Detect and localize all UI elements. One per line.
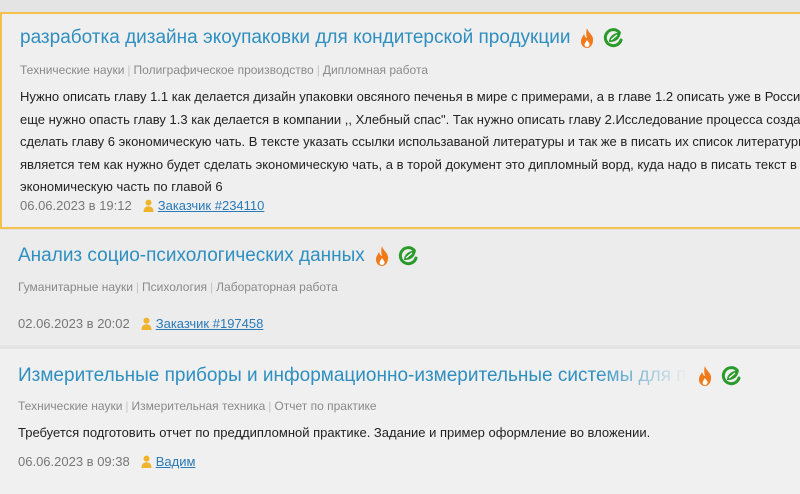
order-card[interactable]: разработка дизайна экоупаковки для конди… xyxy=(0,12,800,229)
category-label[interactable]: Полиграфическое производство xyxy=(134,63,314,77)
order-date: 06.06.2023 в 09:38 xyxy=(18,454,130,469)
order-meta: 06.06.2023 в 09:38 Вадим xyxy=(18,454,195,469)
description-line: Нужно описать главу 1.1 как делается диз… xyxy=(20,89,800,104)
order-title-link[interactable]: Анализ социо-психологических данных xyxy=(18,245,365,267)
hot-icon xyxy=(696,365,714,387)
order-date: 02.06.2023 в 20:02 xyxy=(18,316,130,331)
order-meta: 02.06.2023 в 20:02 Заказчик #197458 xyxy=(18,316,263,331)
client-link[interactable]: Заказчик #197458 xyxy=(156,316,264,331)
category-separator: | xyxy=(127,63,131,77)
user-icon xyxy=(143,199,154,212)
order-description: Требуется подготовить отчет по преддипло… xyxy=(18,422,800,445)
category-separator: | xyxy=(125,399,129,413)
order-title-row: разработка дизайна экоупаковки для конди… xyxy=(20,27,624,49)
order-date: 06.06.2023 в 19:12 xyxy=(20,198,132,213)
category-separator: | xyxy=(316,63,320,77)
work-type-label: Отчет по практике xyxy=(274,399,377,413)
order-description: Нужно описать главу 1.1 как делается диз… xyxy=(20,86,800,199)
description-line: еще нужно опасть главу 1.3 как делается … xyxy=(20,111,800,127)
work-type-label: Лабораторная работа xyxy=(216,280,338,294)
order-meta: 06.06.2023 в 19:12 Заказчик #234110 xyxy=(20,198,264,213)
order-card[interactable]: Измерительные приборы и информационно-из… xyxy=(0,349,800,494)
hot-icon xyxy=(578,27,596,49)
description-line: экономическую часть по главой 6 xyxy=(20,179,223,194)
order-title-link[interactable]: разработка дизайна экоупаковки для конди… xyxy=(20,27,570,49)
category-separator: | xyxy=(135,280,140,294)
category-label[interactable]: Измерительная техника xyxy=(132,399,266,413)
description-line: является тем как нужно будет сделать эко… xyxy=(20,156,800,172)
order-title-row: Измерительные приборы и информационно-из… xyxy=(18,365,742,387)
hot-icon xyxy=(373,245,391,267)
eco-icon xyxy=(602,27,624,49)
category-separator: | xyxy=(268,399,272,413)
eco-icon xyxy=(397,245,419,267)
user-icon xyxy=(141,455,152,468)
order-categories: Технические науки | Измерительная техника |… xyxy=(18,399,377,413)
client-link[interactable]: Заказчик #234110 xyxy=(158,198,265,213)
category-label[interactable]: Гуманитарные науки xyxy=(18,280,133,294)
order-card[interactable]: Анализ социо-психологических данных Гума… xyxy=(0,230,800,345)
category-label[interactable]: Технические науки xyxy=(18,399,122,413)
category-separator: | xyxy=(210,280,214,294)
order-title-link[interactable]: Измерительные приборы и информационно-из… xyxy=(18,365,688,387)
client-link[interactable]: Вадим xyxy=(156,454,196,469)
description-line: Требуется подготовить отчет по преддипло… xyxy=(18,425,651,440)
order-title-row: Анализ социо-психологических данных xyxy=(18,245,419,267)
user-icon xyxy=(141,317,152,330)
order-categories: Технические науки | Полиграфическое произв… xyxy=(20,63,428,77)
order-categories: Гуманитарные науки | Психология | Лабораторн… xyxy=(18,280,338,294)
work-type-label: Дипломная работа xyxy=(322,63,428,77)
description-line: сделать главу 6 экономическую чать. В те… xyxy=(20,134,800,149)
category-label[interactable]: Психология xyxy=(142,280,207,294)
eco-icon xyxy=(720,365,742,387)
category-label[interactable]: Технические науки xyxy=(20,63,124,77)
